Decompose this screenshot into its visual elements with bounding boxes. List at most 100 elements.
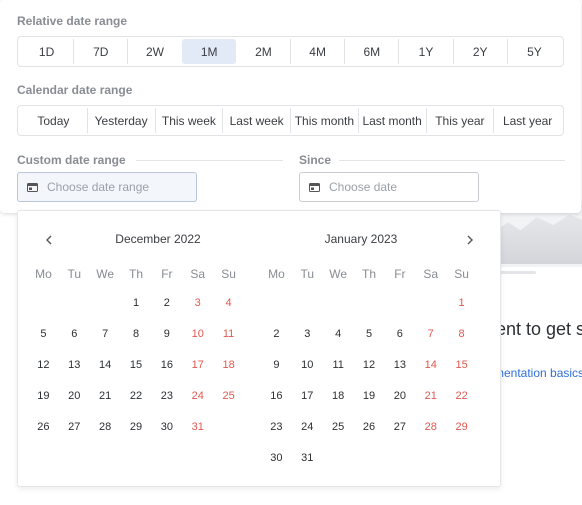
day-cell[interactable]: 2 — [151, 297, 182, 309]
calendar-range-option[interactable]: Last week — [222, 108, 290, 133]
relative-range-option[interactable]: 2M — [236, 39, 290, 64]
day-cell[interactable]: 10 — [292, 359, 323, 371]
day-cell[interactable]: 9 — [151, 328, 182, 340]
day-cell[interactable]: 20 — [384, 390, 415, 402]
day-cell[interactable]: 23 — [151, 390, 182, 402]
day-cell[interactable]: 29 — [446, 421, 477, 433]
week-row: 2345678 — [261, 318, 477, 349]
background-link[interactable]: mentation basics — [494, 366, 582, 380]
day-cell[interactable]: 1 — [121, 297, 152, 309]
weekday-label: Mo — [268, 267, 285, 281]
day-cell[interactable]: 15 — [446, 359, 477, 371]
calendar-range-option[interactable]: Last year — [493, 108, 561, 133]
day-cell[interactable]: 20 — [59, 390, 90, 402]
day-cell[interactable]: 27 — [384, 421, 415, 433]
day-cell[interactable]: 25 — [213, 390, 244, 402]
day-cell[interactable]: 13 — [59, 359, 90, 371]
calendar-range-option[interactable]: This week — [154, 108, 223, 133]
calendar-range-option[interactable]: Yesterday — [86, 108, 155, 133]
calendar-range-option[interactable]: This year — [425, 108, 494, 133]
day-cell[interactable]: 12 — [28, 359, 59, 371]
day-cell[interactable]: 28 — [90, 421, 121, 433]
relative-range-option[interactable]: 2W — [127, 39, 181, 64]
day-cell[interactable]: 3 — [292, 328, 323, 340]
day-cell[interactable]: 22 — [446, 390, 477, 402]
day-cell[interactable]: 10 — [182, 328, 213, 340]
day-cell[interactable]: 2 — [261, 328, 292, 340]
day-cell[interactable]: 3 — [182, 297, 213, 309]
day-cell[interactable]: 22 — [121, 390, 152, 402]
relative-range-option[interactable]: 1Y — [398, 39, 452, 64]
relative-range-option[interactable]: 6M — [344, 39, 398, 64]
since-input[interactable]: Choose date — [299, 172, 479, 202]
next-month-button[interactable] — [460, 231, 480, 249]
day-cell[interactable]: 14 — [90, 359, 121, 371]
week-row: 26 27 28 29 30 31 — [28, 411, 244, 442]
day-cell[interactable]: 23 — [261, 421, 292, 433]
day-cell[interactable]: 19 — [28, 390, 59, 402]
day-cell[interactable]: 6 — [384, 328, 415, 340]
week-row: 19 20 21 22 23 24 25 — [28, 380, 244, 411]
day-cell[interactable]: 15 — [121, 359, 152, 371]
day-cell[interactable]: 5 — [28, 328, 59, 340]
relative-range-option[interactable]: 1M — [181, 39, 236, 64]
day-cell[interactable]: 27 — [59, 421, 90, 433]
day-cell[interactable]: 21 — [90, 390, 121, 402]
relative-range-option[interactable]: 5Y — [506, 39, 561, 64]
custom-range-divider — [136, 160, 283, 161]
day-cell[interactable]: 5 — [354, 328, 385, 340]
day-cell[interactable]: 11 — [323, 359, 354, 371]
day-cell[interactable]: 7 — [90, 328, 121, 340]
day-cell[interactable]: 8 — [446, 328, 477, 340]
custom-range-input[interactable]: Choose date range — [17, 172, 197, 202]
week-row: 9 10 11 12 13 14 15 — [261, 349, 477, 380]
day-cell[interactable]: 9 — [261, 359, 292, 371]
month-title-left: December 2022 — [115, 232, 201, 246]
day-cell[interactable]: 14 — [415, 359, 446, 371]
day-cell[interactable]: 19 — [354, 390, 385, 402]
day-cell[interactable]: 4 — [323, 328, 354, 340]
relative-range-option[interactable]: 1D — [20, 39, 73, 64]
day-cell[interactable]: 29 — [121, 421, 152, 433]
day-cell[interactable]: 30 — [151, 421, 182, 433]
day-cell[interactable]: 31 — [292, 452, 323, 464]
day-cell[interactable]: 26 — [354, 421, 385, 433]
relative-range-option[interactable]: 4M — [290, 39, 344, 64]
day-cell[interactable]: 25 — [323, 421, 354, 433]
day-cell[interactable]: 26 — [28, 421, 59, 433]
day-cell[interactable]: 12 — [354, 359, 385, 371]
day-cell[interactable]: 18 — [213, 359, 244, 371]
weekday-header: Mo Tu We Th Fr Sa Su — [28, 261, 244, 287]
relative-range-option[interactable]: 7D — [73, 39, 127, 64]
weekday-label: Sa — [423, 267, 439, 281]
day-cell[interactable]: 7 — [415, 328, 446, 340]
prev-month-button[interactable] — [39, 231, 59, 249]
relative-range-option[interactable]: 2Y — [452, 39, 507, 64]
day-cell[interactable]: 31 — [182, 421, 213, 433]
week-row: 5 6 7 8 9 10 11 — [28, 318, 244, 349]
day-cell[interactable]: 16 — [151, 359, 182, 371]
calendar-range-option[interactable]: This month — [290, 108, 358, 133]
date-range-panel: Relative date range 1D 7D 2W 1M 2M 4M 6M 1Y 2Y 5Y… — [0, 0, 581, 213]
day-cell[interactable]: 11 — [213, 328, 244, 340]
day-cell[interactable]: 8 — [121, 328, 152, 340]
day-cell[interactable]: 6 — [59, 328, 90, 340]
day-cell[interactable]: 13 — [384, 359, 415, 371]
day-cell[interactable]: 28 — [415, 421, 446, 433]
day-cell[interactable]: 30 — [261, 452, 292, 464]
day-cell[interactable]: 16 — [261, 390, 292, 402]
day-cell[interactable]: 21 — [415, 390, 446, 402]
weekday-label: Su — [221, 267, 236, 281]
calendar-range-option[interactable]: Last month — [357, 108, 426, 133]
since-title: Since — [299, 153, 332, 167]
day-cell[interactable]: 17 — [182, 359, 213, 371]
week-row: 1 — [261, 287, 477, 318]
day-cell[interactable]: 1 — [446, 297, 477, 309]
day-cell[interactable]: 24 — [292, 421, 323, 433]
day-cell[interactable]: 24 — [182, 390, 213, 402]
day-cell[interactable]: 17 — [292, 390, 323, 402]
day-cell[interactable]: 18 — [323, 390, 354, 402]
day-cell[interactable]: 4 — [213, 297, 244, 309]
calendar-range-option[interactable]: Today — [20, 108, 87, 133]
weekday-label: Mo — [35, 267, 52, 281]
